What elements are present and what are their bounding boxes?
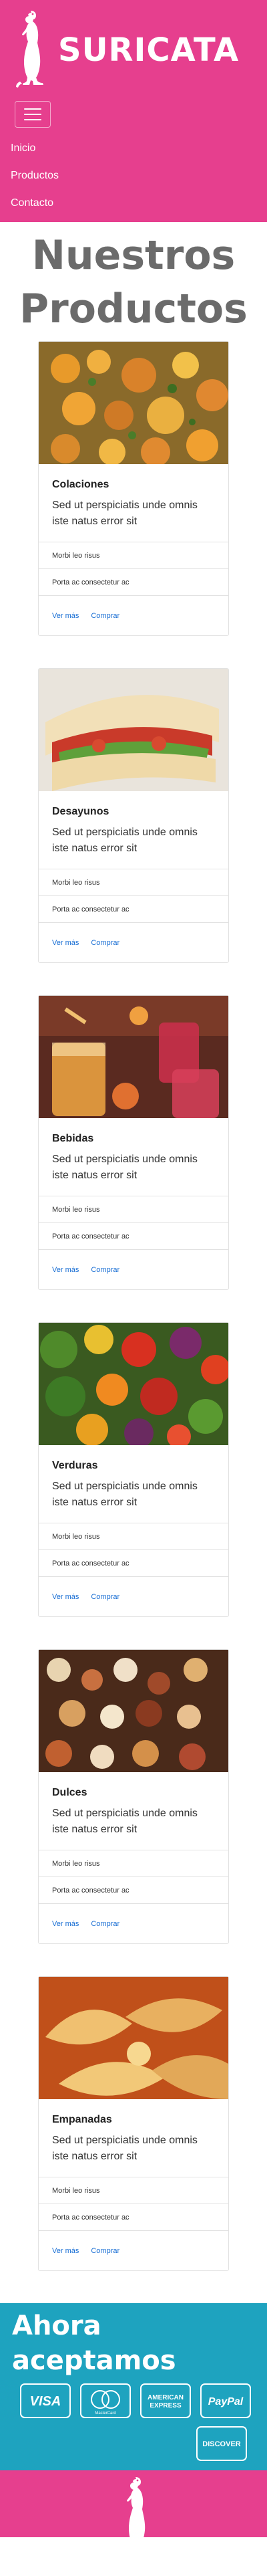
paypal-card-icon: PayPal (200, 2383, 251, 2418)
list-item: Porta ac consectetur ac (39, 1549, 228, 1576)
ver-mas-link[interactable]: Ver más (52, 1266, 79, 1274)
product-card: Verduras Sed ut perspiciatis unde omnis … (38, 1322, 229, 1617)
card-text: Sed ut perspiciatis unde omnis iste natu… (52, 500, 198, 527)
product-card: Desayunos Sed ut perspiciatis unde omnis… (38, 668, 229, 963)
meerkat-logo-icon (115, 2474, 152, 2537)
comprar-link[interactable]: Comprar (91, 1920, 119, 1928)
list-item: Porta ac consectetur ac (39, 895, 228, 922)
comprar-link[interactable]: Comprar (91, 1266, 119, 1274)
list-item: Porta ac consectetur ac (39, 2204, 228, 2230)
visa-card-icon: VISA (20, 2383, 71, 2418)
card-title: Bebidas (52, 1133, 94, 1144)
product-image-empanadas (39, 1977, 228, 2099)
svg-text:DISCOVER: DISCOVER (202, 2440, 241, 2448)
hamburger-menu-icon[interactable] (15, 101, 51, 128)
list-item: Porta ac consectetur ac (39, 1876, 228, 1903)
site-footer (0, 2470, 267, 2537)
card-title: Colaciones (52, 479, 109, 490)
card-text: Sed ut perspiciatis unde omnis iste natu… (52, 1154, 198, 1181)
site-header: SURICATA Inicio Productos Contacto (0, 0, 267, 222)
svg-text:AMERICAN: AMERICAN (148, 2394, 184, 2401)
payments-title-line2: aceptamos (12, 2345, 176, 2376)
card-title: Dulces (52, 1787, 87, 1798)
svg-text:PayPal: PayPal (208, 2396, 244, 2407)
list-item: Morbi leo risus (39, 1523, 228, 1549)
ver-mas-link[interactable]: Ver más (52, 1593, 79, 1601)
card-title: Empanadas (52, 2114, 112, 2125)
list-item: Morbi leo risus (39, 869, 228, 895)
list-item: Morbi leo risus (39, 1850, 228, 1876)
nav-link-contacto[interactable]: Contacto (11, 189, 256, 217)
meerkat-logo-icon (11, 8, 47, 92)
list-item: Morbi leo risus (39, 2177, 228, 2204)
discover-card-icon: DISCOVER (196, 2426, 247, 2461)
list-item: Morbi leo risus (39, 542, 228, 568)
card-text: Sed ut perspiciatis unde omnis iste natu… (52, 1808, 198, 1835)
nav-link-inicio[interactable]: Inicio (11, 134, 256, 162)
comprar-link[interactable]: Comprar (91, 1593, 119, 1601)
svg-text:VISA: VISA (30, 2394, 61, 2409)
mastercard-icon: MasterCard (80, 2383, 131, 2418)
product-card: Colaciones Sed ut perspiciatis unde omni… (38, 341, 229, 636)
product-card: Bebidas Sed ut perspiciatis unde omnis i… (38, 995, 229, 1290)
product-image-desayunos (39, 669, 228, 791)
page-title: Nuestros Productos (19, 232, 248, 332)
list-item: Morbi leo risus (39, 1196, 228, 1222)
brand-name[interactable]: SURICATA (58, 31, 239, 69)
payments-title-line1: Ahora (12, 2311, 101, 2341)
product-card: Empanadas Sed ut perspiciatis unde omnis… (38, 1976, 229, 2271)
main-nav: Inicio Productos Contacto (11, 134, 256, 217)
comprar-link[interactable]: Comprar (91, 2247, 119, 2255)
svg-text:MasterCard: MasterCard (95, 2411, 115, 2416)
ver-mas-link[interactable]: Ver más (52, 1920, 79, 1928)
ver-mas-link[interactable]: Ver más (52, 2247, 79, 2255)
product-card: Dulces Sed ut perspiciatis unde omnis is… (38, 1649, 229, 1944)
payments-section: Ahora aceptamos VISA MasterCard AMERICAN… (0, 2303, 267, 2470)
card-text: Sed ut perspiciatis unde omnis iste natu… (52, 1481, 198, 1508)
card-title: Desayunos (52, 806, 109, 817)
svg-text:EXPRESS: EXPRESS (150, 2402, 182, 2409)
comprar-link[interactable]: Comprar (91, 939, 119, 947)
list-item: Porta ac consectetur ac (39, 568, 228, 595)
card-title: Verduras (52, 1460, 98, 1471)
ver-mas-link[interactable]: Ver más (52, 939, 79, 947)
list-item: Porta ac consectetur ac (39, 1222, 228, 1249)
product-image-dulces (39, 1650, 228, 1772)
product-image-verduras (39, 1323, 228, 1445)
nav-link-productos[interactable]: Productos (11, 162, 256, 189)
ver-mas-link[interactable]: Ver más (52, 612, 79, 620)
brand[interactable]: SURICATA (11, 8, 256, 92)
product-image-bebidas (39, 996, 228, 1118)
card-text: Sed ut perspiciatis unde omnis iste natu… (52, 827, 198, 854)
comprar-link[interactable]: Comprar (91, 612, 119, 620)
product-image-colaciones (39, 342, 228, 464)
amex-card-icon: AMERICAN EXPRESS (140, 2383, 191, 2418)
card-text: Sed ut perspiciatis unde omnis iste natu… (52, 2135, 198, 2162)
